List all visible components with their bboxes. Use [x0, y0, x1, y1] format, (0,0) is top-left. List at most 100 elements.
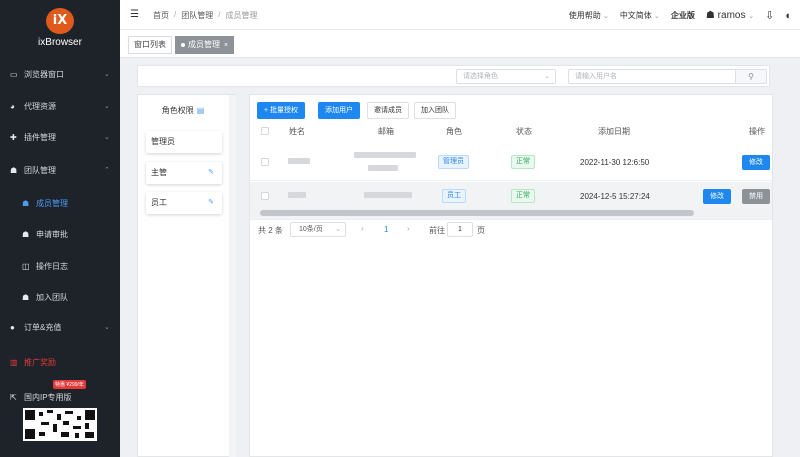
scrollbar-thumb[interactable] [260, 210, 694, 216]
role-select[interactable]: 请选择角色 ⌄ [456, 69, 556, 84]
sidebar-item-label: 团队管理 [24, 165, 56, 175]
tab-label: 窗口列表 [134, 40, 166, 49]
edit-icon[interactable]: ✎ [208, 162, 214, 184]
header-actions: 使用帮助 ⌄ 中文简体 ⌄ 企业版 ☗ ramos ⌄ ⇩ ◐ [569, 9, 792, 23]
column-status: 状态 [516, 127, 532, 136]
column-email: 邮箱 [378, 127, 394, 136]
table-header: 姓名 邮箱 角色 状态 添加日期 操作 [250, 123, 774, 141]
column-actions: 操作 [749, 127, 765, 136]
horizontal-scrollbar[interactable] [252, 209, 772, 217]
disable-button[interactable]: 禁用 [742, 189, 770, 204]
breadcrumb: 首页 / 团队管理 / 成员管理 [153, 10, 257, 21]
close-icon[interactable]: × [224, 42, 228, 49]
select-all-checkbox[interactable] [261, 127, 269, 135]
role-select-placeholder: 请选择角色 [463, 73, 498, 80]
gift-icon: ▥ [10, 357, 18, 367]
sidebar-item-browser-windows[interactable]: ▭ 浏览器窗口 ⌄ [0, 59, 120, 89]
theme-toggle-icon[interactable]: ◐ [785, 10, 792, 22]
puzzle-icon: ✚ [10, 132, 17, 142]
redacted-email [368, 165, 398, 171]
app-logo: iX ixBrowser [0, 8, 120, 48]
role-item-supervisor[interactable]: 主管 ✎ [146, 162, 222, 184]
sidebar-item-label: 加入团队 [36, 292, 68, 302]
language-menu[interactable]: 中文简体 ⌄ [620, 10, 660, 21]
column-role: 角色 [446, 127, 462, 136]
search-input[interactable]: 请输入用户名 [568, 69, 736, 84]
qr-code [23, 408, 97, 441]
role-label: 管理员 [151, 137, 175, 146]
download-icon[interactable]: ⇩ [765, 9, 774, 22]
total-count: 共 2 条 [258, 226, 283, 235]
invite-member-button[interactable]: 邀请成员 [367, 102, 409, 119]
sidebar-item-label: 订单&充值 [24, 322, 62, 332]
add-user-button[interactable]: 添加用户 [318, 102, 360, 119]
filter-bar: 请选择角色 ⌄ 请输入用户名 ⚲ [137, 65, 770, 87]
tab-bar: 窗口列表 成员管理 × [120, 30, 800, 58]
chevron-down-icon: ⌄ [104, 324, 110, 331]
breadcrumb-current: 成员管理 [225, 11, 258, 20]
goto-page-input[interactable]: 1 [447, 222, 473, 237]
join-icon: ☗ [22, 292, 30, 302]
user-icon: ☗ [705, 10, 715, 21]
sidebar-item-label: 操作日志 [36, 261, 68, 271]
sidebar-item-join-team[interactable]: ☗ 加入团队 [0, 282, 120, 312]
edit-icon[interactable]: ✎ [208, 192, 214, 214]
role-panel-title: 角色权限 [161, 106, 194, 115]
join-team-button[interactable]: 加入团队 [414, 102, 456, 119]
row-checkbox[interactable] [261, 158, 269, 166]
row-checkbox[interactable] [261, 192, 269, 200]
edit-button[interactable]: 修改 [703, 189, 731, 204]
search-button[interactable]: ⚲ [735, 69, 767, 84]
search-placeholder: 请输入用户名 [575, 73, 617, 80]
sidebar-item-label: 成员管理 [36, 198, 68, 208]
chevron-down-icon: ⌄ [602, 13, 609, 20]
external-link-icon: ⇱ [10, 392, 17, 402]
menu-toggle-icon[interactable]: ☰ [130, 9, 139, 20]
role-panel-scrollbar[interactable] [229, 95, 236, 457]
next-page-icon[interactable]: › [407, 224, 410, 233]
document-icon[interactable]: ▤ [197, 106, 205, 115]
member-table-panel: + 批量授权 添加用户 邀请成员 加入团队 姓名 邮箱 角色 状态 添加日期 操… [249, 94, 773, 457]
page-size-select[interactable]: 10条/页 ⌄ [290, 222, 346, 237]
role-panel-header: 角色权限 ▤ [138, 105, 228, 116]
tab-members[interactable]: 成员管理 × [175, 36, 235, 54]
tab-window-list[interactable]: 窗口列表 [128, 36, 172, 54]
current-page[interactable]: 1 [384, 225, 388, 234]
breadcrumb-home[interactable]: 首页 [153, 10, 169, 21]
prev-page-icon[interactable]: ‹ [361, 224, 364, 233]
sidebar-item-label: 代理资源 [24, 101, 56, 111]
sidebar-item-label: 插件管理 [24, 132, 56, 142]
column-name: 姓名 [289, 127, 305, 136]
bulk-authorize-button[interactable]: + 批量授权 [257, 102, 306, 119]
sidebar-item-label: 申请审批 [36, 229, 68, 239]
sidebar-item-extensions[interactable]: ✚ 插件管理 ⌄ [0, 122, 120, 152]
sidebar-item-members[interactable]: ☗ 成员管理 [0, 188, 120, 218]
page-size-value: 10条/页 [299, 226, 323, 233]
help-menu[interactable]: 使用帮助 ⌄ [569, 10, 609, 21]
role-tag: 管理员 [438, 155, 469, 169]
page-suffix: 页 [477, 226, 485, 235]
redacted-name [288, 192, 306, 198]
edit-button[interactable]: 修改 [742, 155, 770, 170]
sidebar-item-referral[interactable]: ▥ 推广奖励 [0, 347, 120, 377]
chevron-down-icon: ⌄ [104, 71, 110, 78]
sidebar-item-logs[interactable]: ◫ 操作日志 [0, 251, 120, 281]
sidebar-item-proxy[interactable]: ◕ 代理资源 ⌄ [0, 91, 120, 121]
sidebar-item-label: 推广奖励 [24, 357, 56, 367]
breadcrumb-separator: / [218, 10, 221, 19]
status-badge: 正常 [511, 155, 535, 169]
sidebar-item-team[interactable]: ☗ 团队管理 ⌃ [0, 155, 120, 185]
user-menu[interactable]: ☗ ramos ⌄ [706, 10, 754, 21]
sidebar-item-orders[interactable]: ● 订单&充值 ⌄ [0, 312, 120, 342]
active-dot-icon [181, 42, 185, 47]
chevron-down-icon: ⌄ [544, 73, 550, 80]
role-item-staff[interactable]: 员工 ✎ [146, 192, 222, 214]
sidebar: iX ixBrowser ▭ 浏览器窗口 ⌄ ◕ 代理资源 ⌄ ✚ 插件管理 ⌄… [0, 0, 120, 457]
breadcrumb-team[interactable]: 团队管理 [181, 10, 213, 21]
sidebar-item-approvals[interactable]: ☗ 申请审批 [0, 219, 120, 249]
sidebar-item-label: 国内IP专用版 [24, 392, 72, 402]
role-item-admin[interactable]: 管理员 [146, 131, 222, 153]
goto-label: 前往 [429, 226, 445, 235]
date-cell: 2024-12-5 15:27:24 [580, 192, 650, 201]
search-icon: ⚲ [748, 72, 754, 81]
